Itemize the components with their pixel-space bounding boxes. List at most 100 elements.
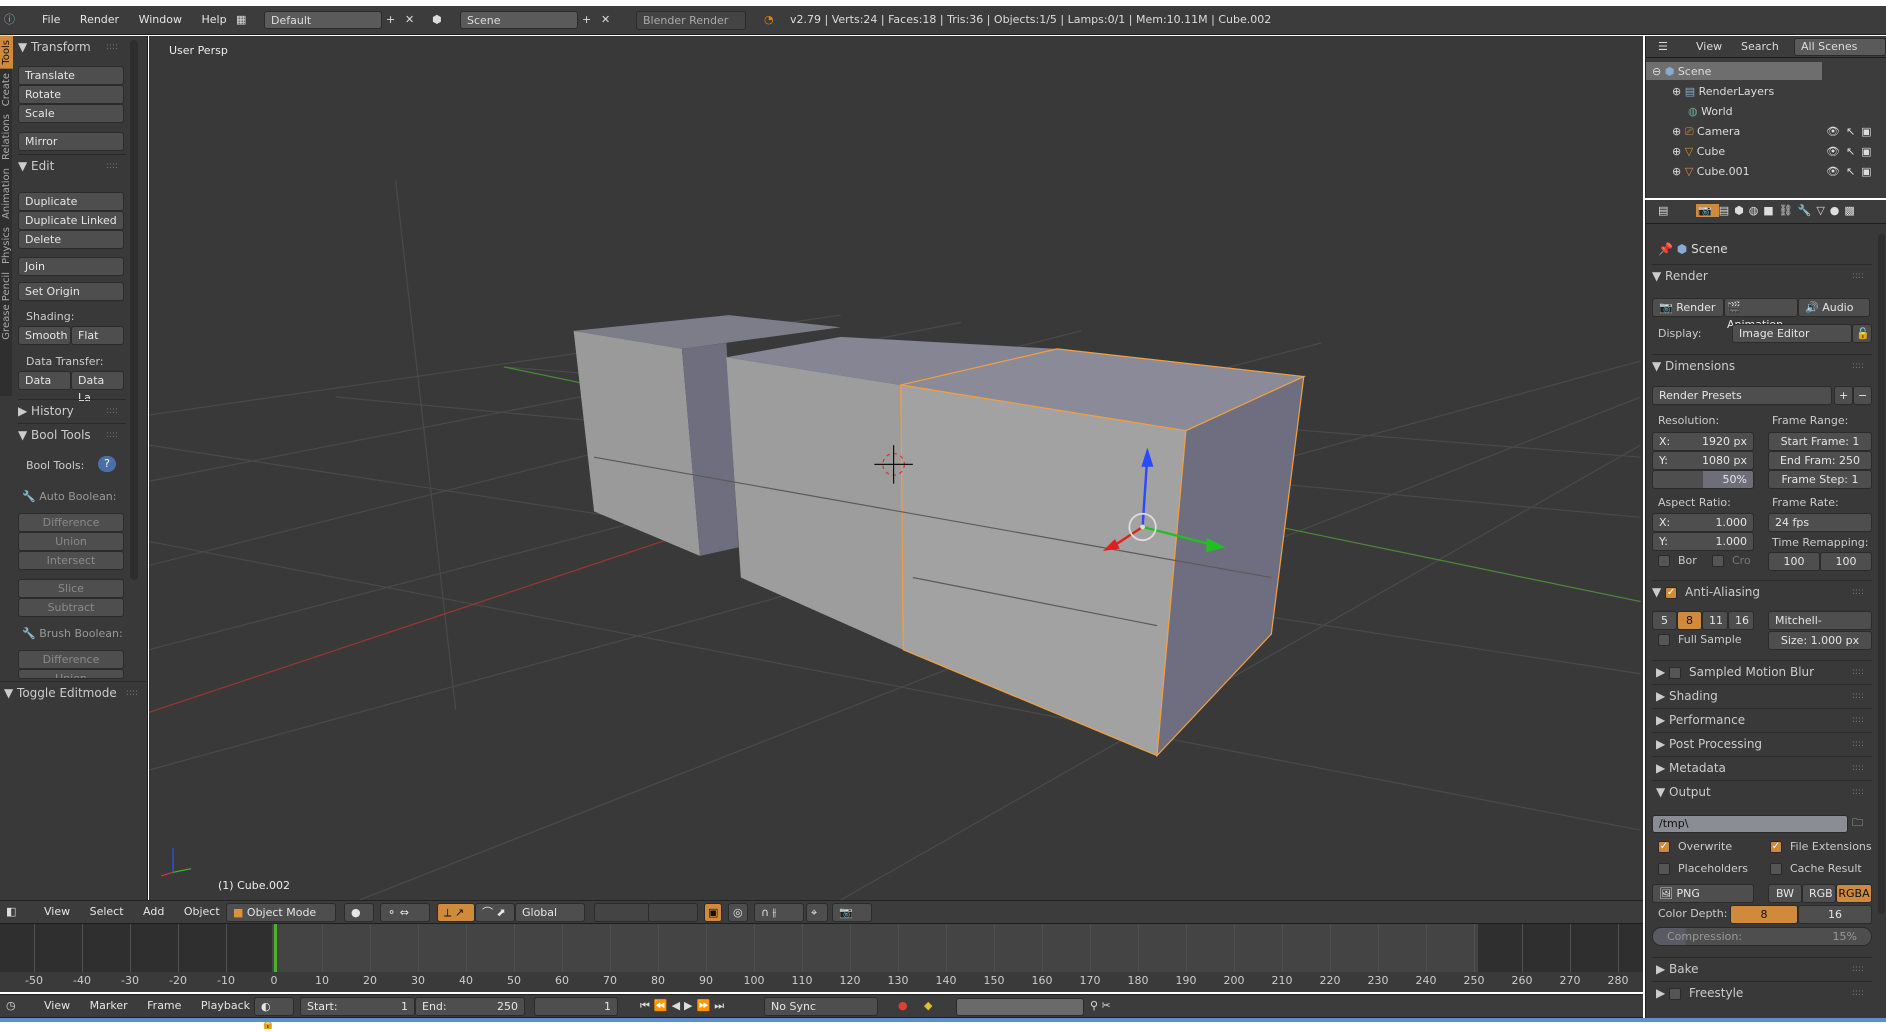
color-mode-rgb[interactable]: RGB bbox=[1802, 884, 1836, 903]
render-tab-icon[interactable]: 📷 bbox=[1696, 204, 1719, 217]
auto-union-button[interactable]: Union bbox=[18, 532, 124, 551]
time-remap-new-field[interactable]: 100 bbox=[1820, 552, 1872, 571]
mirror-button[interactable]: Mirror bbox=[18, 132, 124, 151]
audio-button[interactable]: 🔊 Audio bbox=[1798, 298, 1870, 317]
orientation-select[interactable]: Global bbox=[515, 903, 585, 922]
crop-check[interactable] bbox=[1712, 555, 1724, 567]
viewport-shading-select[interactable]: ● bbox=[344, 903, 374, 922]
brush-difference-button[interactable]: Difference bbox=[18, 650, 124, 669]
aa-samples-8[interactable]: 8 bbox=[1677, 611, 1702, 630]
sync-select[interactable]: No Sync bbox=[764, 997, 878, 1016]
full-sample-checkbox[interactable]: Full Sample bbox=[1658, 633, 1742, 646]
aa-filter-select[interactable]: Mitchell-Netrav... bbox=[1768, 611, 1872, 630]
resolution-percentage-slider[interactable]: 50% bbox=[1652, 470, 1754, 489]
pivot-select[interactable]: ⚬ ⇔ bbox=[380, 903, 430, 922]
delete-button[interactable]: Delete bbox=[18, 230, 124, 249]
render-panel-header[interactable]: ▼ Render:::: bbox=[1652, 264, 1872, 286]
outliner-filter-select[interactable]: All Scenes bbox=[1794, 38, 1886, 56]
display-select[interactable]: Image Editor bbox=[1732, 324, 1852, 343]
lock-camera-icon[interactable]: ▣ bbox=[704, 903, 722, 922]
timeline-editor-icon[interactable]: ◷ bbox=[6, 995, 16, 1017]
3d-viewport[interactable]: User Persp (1) Cube.002 bbox=[149, 36, 1643, 900]
tab-grease-pencil[interactable]: Grease Pencil bbox=[0, 268, 13, 344]
cache-result-checkbox[interactable]: Cache Result bbox=[1770, 862, 1862, 875]
info-editor-icon[interactable]: ⓘ bbox=[4, 6, 15, 33]
properties-scrollbar[interactable] bbox=[1878, 234, 1885, 914]
keyframe-icon[interactable]: ◆ bbox=[924, 995, 932, 1017]
outliner-item-camera[interactable]: ⊕ ⎚ Camera bbox=[1652, 122, 1774, 142]
full-sample-check[interactable] bbox=[1658, 634, 1670, 646]
cube-selected[interactable] bbox=[900, 348, 1307, 758]
record-icon[interactable]: ● bbox=[898, 995, 908, 1017]
data-button[interactable]: Data bbox=[18, 371, 71, 390]
color-depth-8[interactable]: 8 bbox=[1730, 905, 1798, 924]
sampled-motion-blur-panel-header[interactable]: ▶ Sampled Motion Blur:::: bbox=[1652, 660, 1872, 682]
output-panel-header[interactable]: ▼ Output:::: bbox=[1652, 780, 1872, 802]
remove-layout-button[interactable]: ✕ bbox=[405, 6, 414, 33]
auto-intersect-button[interactable]: Intersect bbox=[18, 551, 124, 570]
animation-button[interactable]: 🎬Animation bbox=[1724, 298, 1798, 331]
timeline-ruler[interactable]: -50 -40 -30 -20 -10 0 10 20 30 40 50 60 70 80 90 100 110… bbox=[0, 972, 1643, 992]
add-preset-button[interactable]: + bbox=[1834, 386, 1853, 405]
anti-aliasing-checkbox[interactable]: ✓ bbox=[1665, 586, 1678, 599]
compression-slider[interactable]: Compression: 15% bbox=[1652, 927, 1872, 946]
performance-panel-header[interactable]: ▶ Performance:::: bbox=[1652, 708, 1872, 730]
flat-button[interactable]: Flat bbox=[71, 326, 124, 345]
join-button[interactable]: Join bbox=[18, 257, 124, 276]
menu-render[interactable]: Render bbox=[80, 6, 119, 33]
properties-context-tabs[interactable]: 📷 ▤⬢◍■⛓🔧▽●▩ bbox=[1696, 200, 1860, 222]
bake-panel-header[interactable]: ▶ Bake:::: bbox=[1652, 957, 1872, 979]
crop-checkbox[interactable]: Cro bbox=[1712, 554, 1751, 567]
output-path-input[interactable]: /tmp\ bbox=[1652, 815, 1848, 833]
outliner-item-renderlayers[interactable]: ⊕ ▤ RenderLayers bbox=[1652, 82, 1774, 102]
scene-icon[interactable]: ⬢ bbox=[432, 6, 442, 33]
snap-target-icon[interactable]: ⌖ bbox=[806, 903, 828, 922]
outliner-editor-icon[interactable]: ☰ bbox=[1658, 36, 1668, 58]
auto-slice-button[interactable]: Slice bbox=[18, 579, 124, 598]
menu-add[interactable]: Add bbox=[143, 901, 164, 923]
placeholders-checkbox[interactable]: Placeholders bbox=[1658, 862, 1748, 875]
color-mode-rgba[interactable]: RGBA bbox=[1836, 884, 1872, 903]
dimensions-panel-header[interactable]: ▼ Dimensions:::: bbox=[1652, 354, 1872, 376]
menu-file[interactable]: File bbox=[42, 6, 60, 33]
manipulator-type-buttons[interactable]: ⌒ ⬈ bbox=[475, 903, 515, 922]
outliner-item-cube[interactable]: ⊕ ▽ Cube bbox=[1652, 142, 1774, 162]
insert-keyframe-icon[interactable]: ⚲ ✂ bbox=[1090, 995, 1111, 1017]
cache-result-check[interactable] bbox=[1770, 863, 1782, 875]
transform-panel-header[interactable]: ▼ Transform:::: bbox=[18, 36, 126, 58]
scale-button[interactable]: Scale bbox=[18, 104, 124, 123]
render-buttons[interactable]: 📷 bbox=[832, 903, 872, 922]
playback-controls[interactable]: ⏮⏪◀▶⏩⏭ bbox=[640, 995, 728, 1017]
auto-subtract-button[interactable]: Subtract bbox=[18, 598, 124, 617]
outliner-item-world[interactable]: ◍ World bbox=[1652, 102, 1774, 122]
editor-type-icon[interactable]: ◧ bbox=[6, 901, 16, 923]
lock-interface-icon[interactable]: 🔓 bbox=[1852, 324, 1872, 343]
motion-blur-checkbox[interactable] bbox=[1669, 666, 1682, 679]
overwrite-checkbox[interactable]: ✓ Overwrite bbox=[1658, 840, 1732, 853]
data-layers-button[interactable]: Data La bbox=[71, 371, 124, 404]
help-icon[interactable]: ? bbox=[98, 456, 116, 472]
color-mode-bw[interactable]: BW bbox=[1768, 884, 1802, 903]
history-panel-header[interactable]: ▶ History:::: bbox=[18, 399, 126, 421]
properties-editor-icon[interactable]: ▤ bbox=[1658, 200, 1668, 222]
metadata-panel-header[interactable]: ▶ Metadata:::: bbox=[1652, 756, 1872, 778]
tab-relations[interactable]: Relations bbox=[0, 110, 13, 164]
remove-scene-button[interactable]: ✕ bbox=[601, 6, 610, 33]
keying-set-field[interactable] bbox=[956, 998, 1084, 1016]
file-format-select[interactable]: 🖼 PNG bbox=[1652, 884, 1754, 903]
end-frame-field[interactable]: End: 250 bbox=[415, 997, 525, 1016]
rotate-button[interactable]: Rotate bbox=[18, 85, 124, 104]
tab-create[interactable]: Create bbox=[0, 69, 13, 110]
resolution-x-field[interactable]: X: 1920 px bbox=[1652, 432, 1754, 451]
aspect-y-field[interactable]: Y: 1.000 bbox=[1652, 532, 1754, 551]
translate-button[interactable]: Translate bbox=[18, 66, 124, 85]
menu-help[interactable]: Help bbox=[201, 6, 226, 33]
frame-cursor[interactable] bbox=[274, 924, 277, 972]
set-origin-select[interactable]: Set Origin bbox=[18, 282, 124, 301]
frame-step-property[interactable]: Frame Step: 1 bbox=[1768, 470, 1872, 489]
aa-samples-5[interactable]: 5 bbox=[1652, 611, 1677, 630]
end-frame-property[interactable]: End Fram: 250 bbox=[1768, 451, 1872, 470]
shading-panel-header[interactable]: ▶ Shading:::: bbox=[1652, 684, 1872, 706]
visibility-toggles[interactable]: 👁↖▣ 👁↖▣ 👁↖▣ bbox=[1826, 122, 1878, 182]
color-depth-16[interactable]: 16 bbox=[1798, 905, 1872, 924]
